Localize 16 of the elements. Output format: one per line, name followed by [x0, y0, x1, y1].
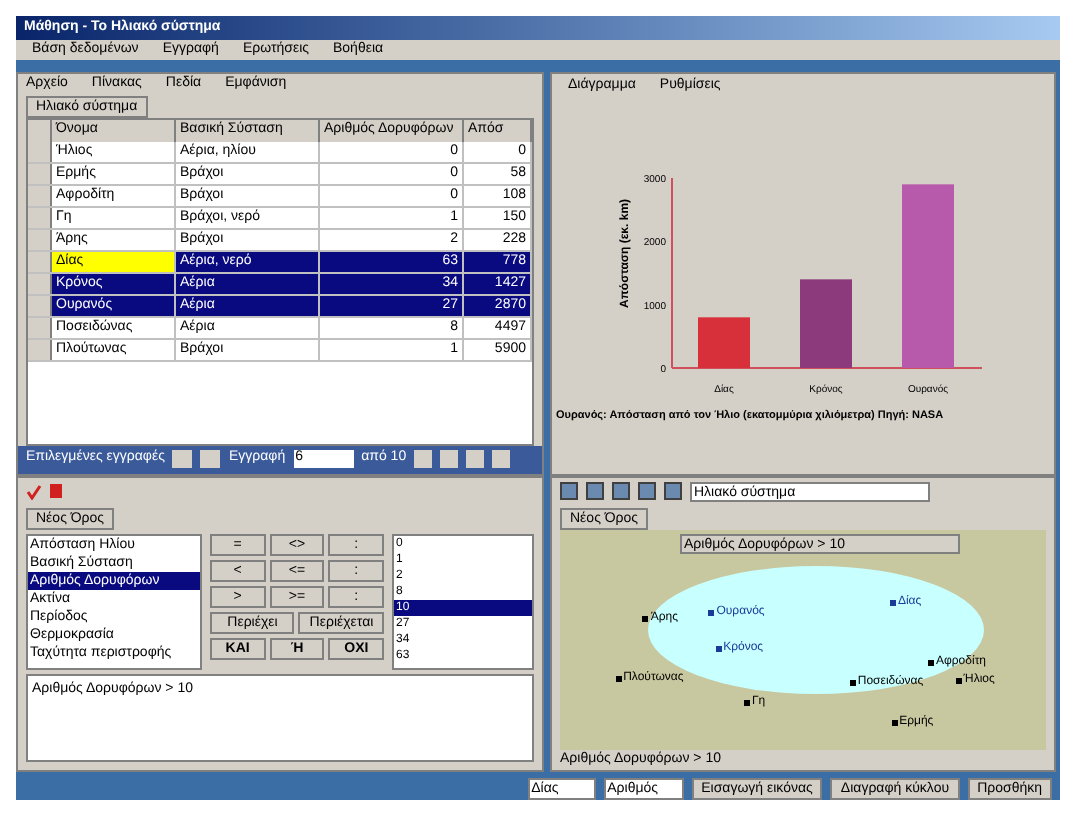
bar — [800, 279, 852, 368]
marker-icon — [891, 719, 898, 726]
check-icon[interactable] — [26, 483, 42, 500]
marker-icon — [849, 679, 856, 686]
marker-icon — [955, 677, 962, 684]
first-button[interactable] — [172, 450, 193, 469]
marker-icon — [642, 615, 649, 622]
flag-icon[interactable] — [50, 484, 62, 499]
marker-icon — [928, 659, 934, 666]
marker-icon — [744, 699, 750, 706]
prev-button[interactable] — [200, 450, 221, 469]
bar — [698, 317, 750, 368]
marker-icon — [889, 599, 896, 606]
marker-icon — [715, 645, 722, 652]
marker-icon — [615, 675, 622, 682]
marker-icon — [708, 609, 715, 616]
